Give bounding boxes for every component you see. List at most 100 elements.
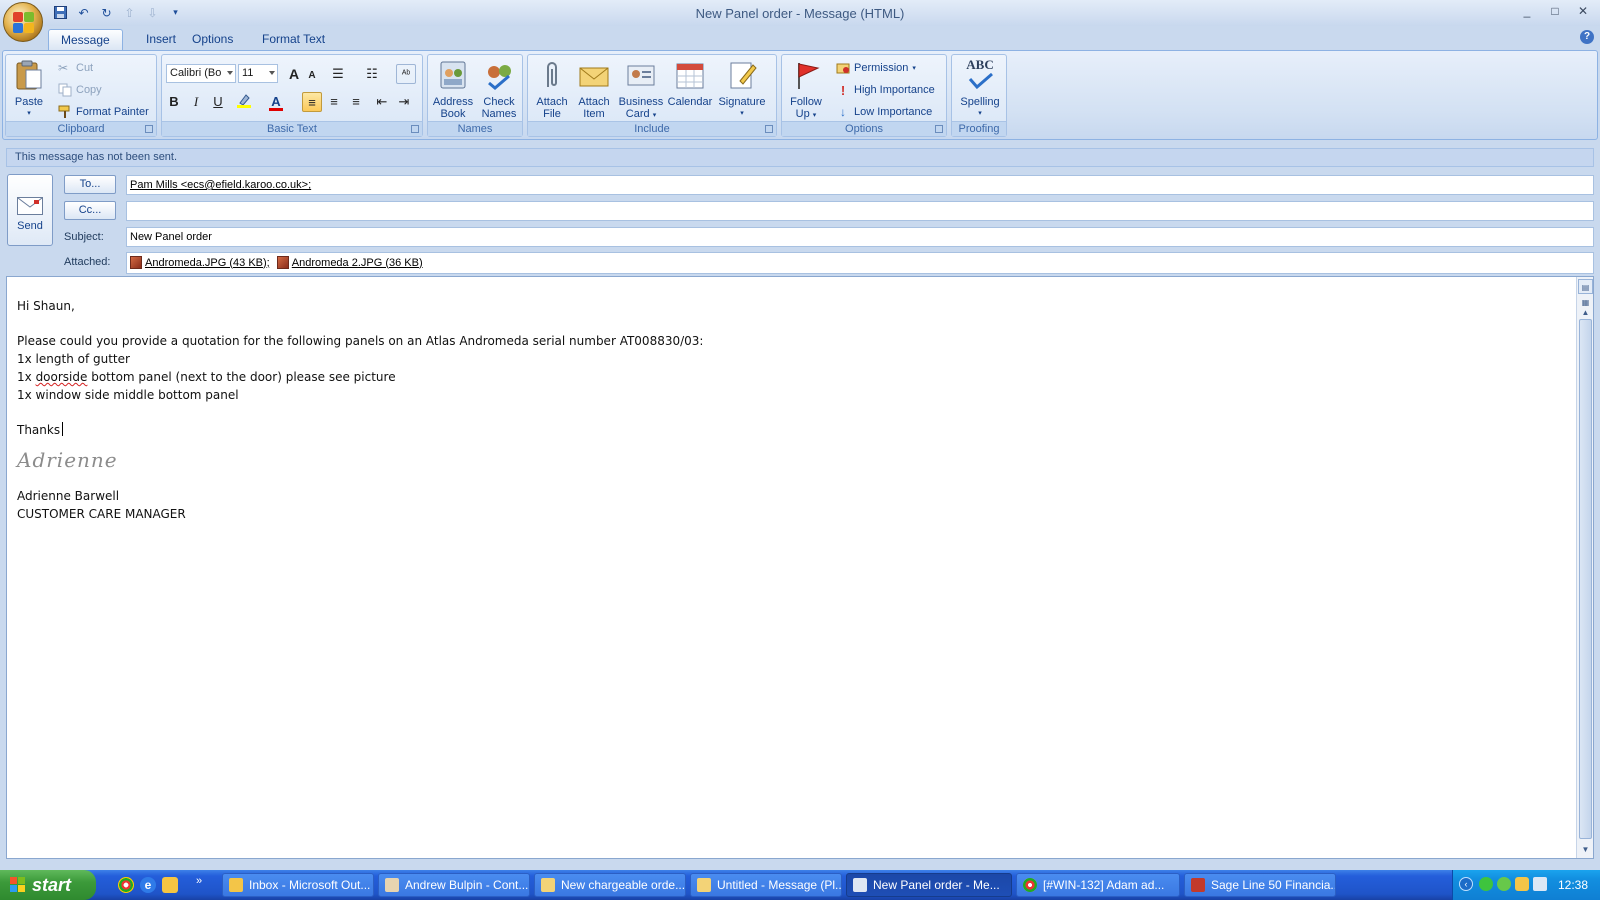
paste-button[interactable]: Paste ▾ (10, 59, 48, 120)
attach-file-button[interactable]: Attach File (532, 59, 572, 120)
to-button[interactable]: To... (64, 175, 116, 194)
cc-field[interactable] (126, 201, 1594, 221)
chrome-quicklaunch-icon[interactable] (118, 877, 134, 893)
signature-button[interactable]: Signature ▾ (714, 59, 770, 120)
taskbar-item-inbox[interactable]: Inbox - Microsoft Out... (222, 873, 374, 897)
follow-up-label-line1: Follow (790, 96, 822, 108)
font-name-combo[interactable]: Calibri (Bo (166, 64, 236, 83)
office-button[interactable] (3, 2, 43, 42)
thanks-text: Thanks (17, 423, 61, 437)
numbering-button[interactable]: ☷ (362, 64, 382, 84)
vertical-scrollbar[interactable]: ▤ ▦ ▲ ▼ (1576, 277, 1593, 858)
to-field[interactable]: Pam Mills <ecs@efield.karoo.co.uk>; (126, 175, 1594, 195)
permission-button[interactable]: Permission ▾ (836, 59, 916, 77)
font-color-button[interactable]: A (266, 92, 286, 112)
check-names-button[interactable]: Check Names (476, 59, 522, 120)
attachment-item[interactable]: Andromeda.JPG (43 KB); (130, 256, 270, 269)
network-status-icon[interactable] (1479, 877, 1493, 891)
spelling-button[interactable]: ABC Spelling ▾ (954, 58, 1006, 120)
info-bar: This message has not been sent. (6, 148, 1594, 167)
misspelled-word[interactable]: doorside (36, 370, 88, 384)
clear-formatting-icon: ᴬᵇ (401, 69, 411, 80)
subject-field[interactable]: New Panel order (126, 227, 1594, 247)
chevron-down-icon: ▾ (978, 110, 982, 117)
align-right-button[interactable]: ≡ (346, 92, 366, 112)
maximize-button[interactable]: □ (1546, 3, 1564, 19)
to-recipient[interactable]: Pam Mills <ecs@efield.karoo.co.uk>; (130, 179, 311, 191)
handwritten-signature: Adrienne (17, 448, 118, 472)
message-body-editor[interactable]: Hi Shaun, Please could you provide a quo… (6, 276, 1594, 859)
clear-formatting-button[interactable]: ᴬᵇ (396, 64, 416, 84)
cc-button[interactable]: Cc... (64, 201, 116, 220)
options-dialog-launcher-icon[interactable] (935, 125, 943, 133)
scrollbar-thumb[interactable] (1579, 319, 1592, 839)
highlight-button[interactable] (234, 92, 254, 112)
bold-button[interactable]: B (164, 92, 184, 112)
taskbar-item-new-panel-order[interactable]: New Panel order - Me... (846, 873, 1012, 897)
message-body-text[interactable]: Hi Shaun, Please could you provide a quo… (17, 297, 703, 523)
close-button[interactable]: ✕ (1574, 3, 1592, 19)
tray-collapse-icon[interactable]: ‹ (1459, 877, 1473, 891)
taskbar-item-contact[interactable]: Andrew Bulpin - Cont... (378, 873, 530, 897)
minimize-button[interactable]: _ (1518, 3, 1536, 19)
basic-text-dialog-launcher-icon[interactable] (411, 125, 419, 133)
help-icon[interactable]: ? (1580, 30, 1594, 44)
address-book-button[interactable]: Address Book (430, 59, 476, 120)
names-group-label: Names (428, 121, 522, 136)
taskbar-item-sage[interactable]: Sage Line 50 Financia... (1184, 873, 1336, 897)
taskbar-item-win-132[interactable]: [#WIN-132] Adam ad... (1016, 873, 1180, 897)
bullets-button[interactable]: ☰ (328, 64, 348, 84)
grow-font-button[interactable]: A (284, 64, 304, 84)
attachment-item[interactable]: Andromeda 2.JPG (36 KB) (276, 256, 423, 269)
outlook-quicklaunch-icon[interactable] (162, 877, 178, 893)
basic-text-group: Calibri (Bo 11 A A ☰ ☷ ᴬᵇ B I U A ≡ ≡ ≡ … (161, 54, 423, 137)
paintbrush-icon (58, 105, 72, 119)
quicklaunch-overflow-icon[interactable]: » (196, 875, 202, 887)
format-painter-button[interactable]: Format Painter (58, 103, 149, 121)
attach-item-button[interactable]: Attach Item (572, 59, 616, 120)
underline-button[interactable]: U (208, 92, 228, 112)
scroll-up-icon[interactable]: ▲ (1578, 305, 1593, 320)
check-names-label-line1: Check (483, 96, 515, 108)
sage-icon (1191, 878, 1205, 892)
clock[interactable]: 12:38 (1558, 878, 1588, 892)
copy-button[interactable]: Copy (58, 81, 102, 99)
align-left-button[interactable]: ≡ (302, 92, 322, 112)
paste-label: Paste (14, 96, 44, 108)
taskbar-item-chargeable-order[interactable]: New chargeable orde... (534, 873, 686, 897)
ie-quicklaunch-icon[interactable]: e (140, 877, 156, 893)
chevron-down-icon (227, 71, 233, 75)
display-icon[interactable] (1533, 877, 1547, 891)
cut-button[interactable]: ✂ Cut (58, 59, 93, 77)
decrease-indent-button[interactable]: ⇤ (372, 92, 392, 112)
align-center-button[interactable]: ≡ (324, 92, 344, 112)
clipboard-dialog-launcher-icon[interactable] (145, 125, 153, 133)
tab-format-text[interactable]: Format Text (250, 29, 337, 50)
start-button[interactable]: start (0, 870, 96, 900)
business-card-button[interactable]: Business Card ▾ (616, 59, 666, 122)
increase-indent-button[interactable]: ⇥ (394, 92, 414, 112)
tab-options[interactable]: Options (180, 29, 245, 50)
ruler-toggle-icon[interactable]: ▤ (1578, 279, 1593, 294)
paperclip-icon (536, 59, 568, 91)
send-button[interactable]: Send (7, 174, 53, 246)
format-painter-label: Format Painter (76, 106, 149, 118)
italic-button[interactable]: I (186, 92, 206, 112)
font-size-combo[interactable]: 11 (238, 64, 278, 83)
outlook-tray-icon[interactable] (1515, 877, 1529, 891)
include-dialog-launcher-icon[interactable] (765, 125, 773, 133)
shrink-font-button[interactable]: A (302, 66, 322, 86)
align-center-icon: ≡ (330, 94, 338, 109)
tab-message[interactable]: Message (48, 29, 123, 50)
follow-up-button[interactable]: Follow Up ▾ (784, 59, 828, 122)
attachment-name: Andromeda.JPG (43 KB); (145, 256, 270, 269)
security-icon[interactable] (1497, 877, 1511, 891)
scroll-down-icon[interactable]: ▼ (1578, 842, 1593, 857)
calendar-button[interactable]: Calendar (666, 59, 714, 108)
taskbar-item-untitled-message[interactable]: Untitled - Message (Pl... (690, 873, 842, 897)
high-importance-button[interactable]: ! High Importance (836, 81, 935, 99)
task-label: Untitled - Message (Pl... (717, 878, 842, 892)
low-importance-button[interactable]: ↓ Low Importance (836, 103, 932, 121)
spelling-label: Spelling (960, 96, 1000, 108)
chevron-down-icon: ▾ (812, 112, 817, 119)
